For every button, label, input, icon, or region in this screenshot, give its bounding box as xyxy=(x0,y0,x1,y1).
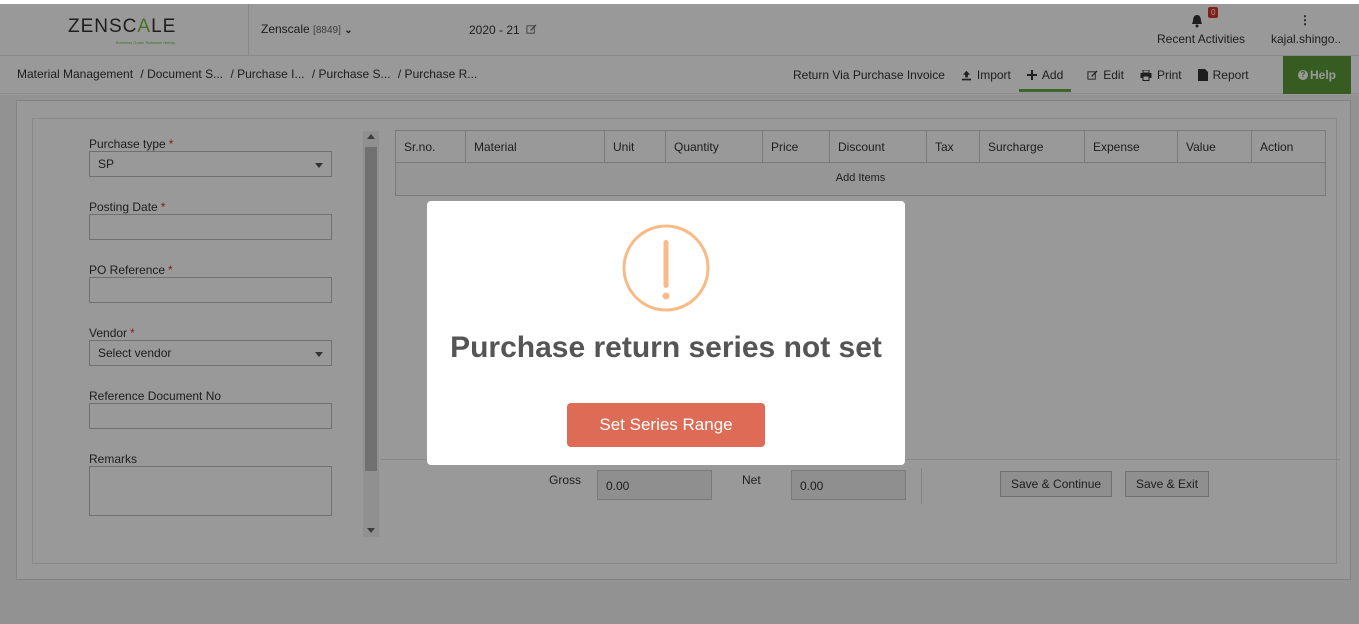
dialog-title: Purchase return series not set xyxy=(450,331,882,364)
warning-icon xyxy=(622,224,710,312)
set-series-range-button[interactable]: Set Series Range xyxy=(567,403,765,447)
series-warning-dialog: Purchase return series not set Set Serie… xyxy=(427,201,905,465)
